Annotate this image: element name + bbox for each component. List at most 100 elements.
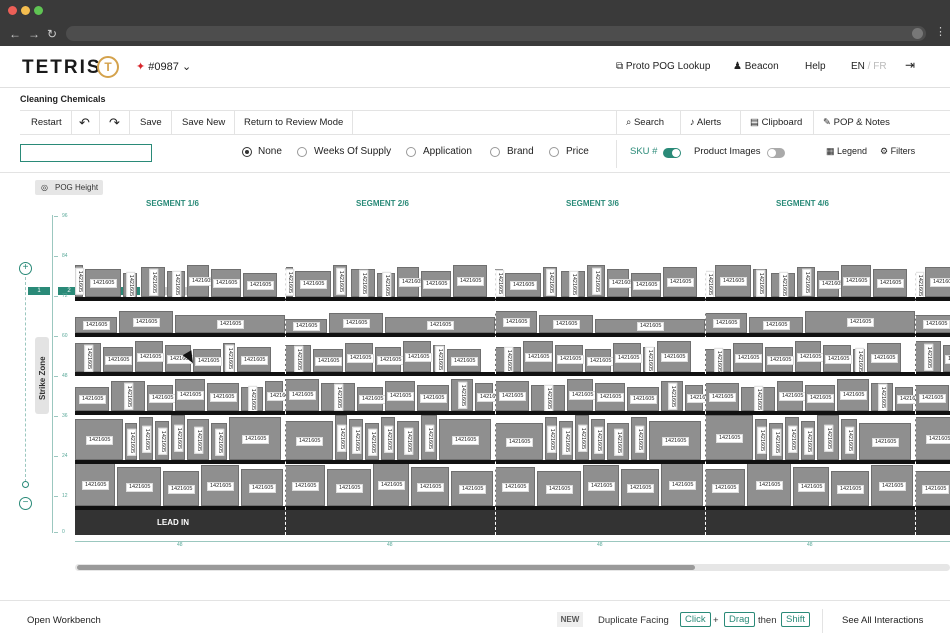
product-sku-label: 1421605 (945, 354, 950, 364)
radio-application-label[interactable]: Application (423, 146, 472, 157)
filters-button[interactable]: ⚙ Filters (880, 146, 915, 157)
product-sku-label: 1421605 (90, 279, 118, 288)
product-sku-label: 1421605 (285, 268, 295, 297)
maple-leaf-icon: ✦ (136, 61, 146, 73)
shelf[interactable] (75, 460, 950, 464)
back-icon[interactable]: ← (9, 28, 21, 40)
radio-application[interactable] (406, 147, 416, 157)
product-sku-label: 1421605 (705, 270, 715, 299)
product-sku-label: 1421605 (337, 424, 347, 452)
zoom-handle[interactable] (22, 481, 29, 488)
product-sku-label: 1421605 (843, 277, 871, 286)
product-sku-label: 1421605 (172, 270, 182, 299)
product-sku-label: 1421605 (569, 391, 597, 400)
product-sku-label: 1421605 (425, 424, 435, 452)
product-sku-label: 1421605 (336, 483, 364, 493)
pop-notes-button[interactable]: ✎ POP & Notes (813, 111, 899, 134)
radio-price-label[interactable]: Price (566, 146, 589, 157)
product-sku-label: 1421605 (293, 322, 321, 331)
shelf[interactable] (75, 372, 950, 376)
radio-weeks-label[interactable]: Weeks Of Supply (314, 146, 391, 157)
product-sku-label: 1421605 (557, 354, 585, 364)
radio-none-label[interactable]: None (258, 146, 282, 157)
product-sku-label: 1421605 (215, 428, 225, 456)
logout-icon[interactable]: ⇥ (905, 58, 915, 72)
product-sku-label: 1421605 (735, 353, 763, 363)
legend-button[interactable]: ▦ Legend (826, 146, 867, 157)
shelf[interactable] (75, 506, 950, 510)
lang-fr[interactable]: FR (873, 61, 886, 72)
help-link[interactable]: Help (805, 61, 826, 72)
restart-button[interactable]: Restart (22, 111, 72, 134)
shelf[interactable] (75, 297, 950, 301)
segment-chip-1[interactable]: 1 (28, 287, 50, 295)
browser-menu-icon[interactable]: ⋮ (935, 27, 946, 38)
product-sku-label: 1421605 (194, 426, 204, 454)
pog-height-button[interactable]: ◎ POG Height (35, 180, 103, 195)
product-sku-label: 1421605 (845, 426, 855, 454)
zoom-track[interactable] (25, 277, 26, 482)
alerts-button[interactable]: ♪ Alerts (680, 111, 730, 134)
product-sku-label: 1421605 (569, 270, 579, 299)
app-header: TETRIS T ✦ #0987 ⌄ ⧉ Proto POG Lookup ♟ … (0, 46, 950, 88)
plus-label: + (713, 615, 719, 626)
forward-icon[interactable]: → (28, 28, 40, 40)
product-sku-label: 1421605 (919, 394, 947, 403)
product-sku-label: 1421605 (499, 392, 527, 401)
app-logo[interactable]: TETRIS (22, 57, 102, 79)
width-label-4: 48 (807, 542, 813, 548)
profile-avatar[interactable] (912, 28, 923, 39)
scrollbar-thumb[interactable] (77, 565, 695, 570)
product-sku-label: 1421605 (824, 424, 834, 452)
product-sku-label: 1421605 (615, 353, 643, 363)
radio-brand[interactable] (490, 147, 500, 157)
product-sku-label: 1421605 (495, 269, 505, 298)
footer-divider (822, 609, 823, 633)
clipboard-button[interactable]: ▤ Clipboard (740, 111, 811, 134)
product-sku-label: 1421605 (195, 356, 223, 366)
product-sku-label: 1421605 (627, 483, 655, 493)
language-toggle[interactable]: EN / FR (851, 61, 887, 72)
segment-minimap[interactable] (20, 144, 152, 162)
shelf[interactable] (75, 333, 950, 337)
radio-brand-label[interactable]: Brand (507, 146, 534, 157)
ruler-tick (54, 416, 58, 417)
return-to-review-button[interactable]: Return to Review Mode (235, 111, 354, 134)
store-selector[interactable]: ✦ #0987 ⌄ (136, 60, 191, 73)
product-sku-label: 1421605 (241, 355, 269, 365)
radio-none[interactable] (242, 147, 252, 157)
ruler-tick (54, 496, 58, 497)
bell-icon: ♪ (690, 117, 695, 128)
product-sku-label: 1421605 (510, 281, 538, 290)
undo-icon[interactable]: ↶ (70, 111, 100, 134)
product-images-toggle[interactable] (767, 148, 785, 158)
proto-pog-lookup-link[interactable]: ⧉ Proto POG Lookup (616, 61, 710, 72)
product-sku-label: 1421605 (86, 435, 114, 445)
sku-toggle[interactable] (663, 148, 681, 158)
radio-weeks-of-supply[interactable] (297, 147, 307, 157)
shelf[interactable] (75, 411, 950, 415)
reload-icon[interactable]: ↻ (47, 28, 57, 40)
save-new-button[interactable]: Save New (173, 111, 236, 134)
lang-en[interactable]: EN (851, 61, 865, 72)
click-key: Click (680, 612, 711, 627)
maximize-window-dot[interactable] (34, 6, 43, 15)
product-sku-label: 1421605 (336, 267, 346, 296)
address-bar[interactable] (66, 26, 926, 41)
product-sku-label: 1421605 (592, 267, 602, 296)
product-sku-label: 1421605 (75, 267, 85, 296)
product-sku-label: 1421605 (174, 424, 184, 452)
minimize-window-dot[interactable] (21, 6, 30, 15)
save-button[interactable]: Save (131, 111, 172, 134)
close-window-dot[interactable] (8, 6, 17, 15)
search-button[interactable]: ⌕ Search (616, 111, 673, 134)
beacon-link[interactable]: ♟ Beacon (733, 61, 779, 72)
redo-icon[interactable]: ↷ (100, 111, 130, 134)
planogram-canvas[interactable]: LEAD IN 1421605 1421605 1421605 1421605 1421… (75, 215, 950, 535)
radio-price[interactable] (549, 147, 559, 157)
zoom-out-icon[interactable]: − (19, 497, 32, 510)
open-workbench-button[interactable]: Open Workbench (27, 615, 101, 626)
see-all-interactions-button[interactable]: See All Interactions (842, 615, 923, 626)
zoom-in-icon[interactable]: + (19, 262, 32, 275)
alerts-label: Alerts (696, 117, 722, 128)
